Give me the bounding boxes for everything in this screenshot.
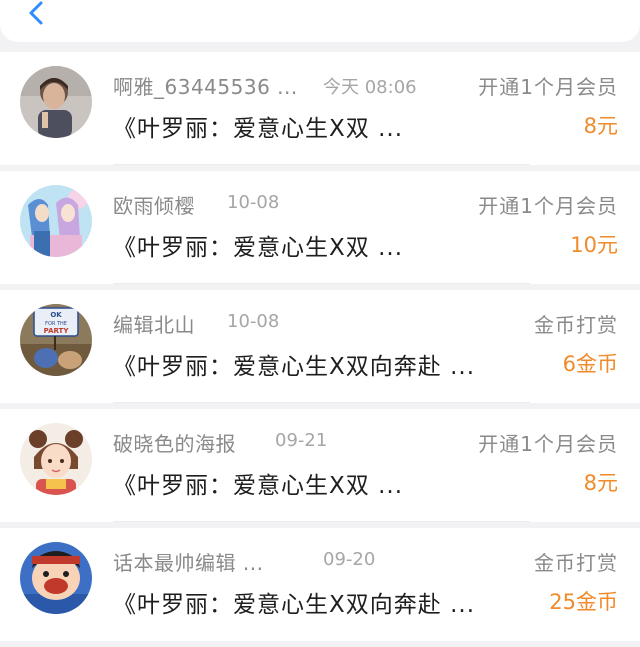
book-title: 《叶罗丽：爱意心生X双向奔赴 ... <box>113 592 476 618</box>
avatar[interactable] <box>20 66 92 138</box>
avatar[interactable]: OK FOR THE PARTY <box>20 304 92 376</box>
timestamp: 10-08 <box>227 192 280 213</box>
divider <box>113 521 530 522</box>
purchase-list: 啊雅_63445536 ... 今天 08:06 开通1个月会员 《叶罗丽：爱意… <box>0 52 640 647</box>
user-name: 话本最帅编辑 ... <box>113 551 264 575</box>
chevron-left-icon <box>29 1 43 25</box>
user-name: 欧雨倾樱 <box>113 194 195 218</box>
timestamp: 10-08 <box>227 311 280 332</box>
amount: 8元 <box>583 114 618 138</box>
user-name: 编辑北山 <box>113 313 195 337</box>
timestamp: 09-20 <box>323 549 376 570</box>
avatar[interactable] <box>20 542 92 614</box>
timestamp: 今天 08:06 <box>323 77 417 98</box>
timestamp: 09-21 <box>275 430 328 451</box>
amount: 25金币 <box>549 590 618 614</box>
list-item[interactable]: 话本最帅编辑 ... 09-20 金币打赏 《叶罗丽：爱意心生X双向奔赴 ...… <box>0 528 640 641</box>
divider <box>113 283 530 284</box>
avatar-text: PARTY <box>44 327 70 335</box>
user-name: 破晓色的海报 <box>113 432 236 456</box>
back-button[interactable] <box>22 0 50 28</box>
avatar[interactable] <box>20 185 92 257</box>
divider <box>113 402 530 403</box>
amount: 8元 <box>583 471 618 495</box>
transaction-type: 开通1个月会员 <box>478 75 618 99</box>
list-item[interactable]: 啊雅_63445536 ... 今天 08:06 开通1个月会员 《叶罗丽：爱意… <box>0 52 640 165</box>
list-item[interactable]: OK FOR THE PARTY 编辑北山 10-08 金币打赏 《叶罗丽：爱意… <box>0 290 640 403</box>
transaction-type: 开通1个月会员 <box>478 194 618 218</box>
amount: 10元 <box>570 233 618 257</box>
transaction-type: 开通1个月会员 <box>478 432 618 456</box>
book-title: 《叶罗丽：爱意心生X双向奔赴 ... <box>113 354 476 380</box>
transaction-type: 金币打赏 <box>534 551 618 575</box>
top-bar <box>0 0 640 42</box>
avatar-text: OK <box>50 311 62 319</box>
list-item[interactable]: 破晓色的海报 09-21 开通1个月会员 《叶罗丽：爱意心生X双 ... 8元 <box>0 409 640 522</box>
book-title: 《叶罗丽：爱意心生X双 ... <box>113 235 404 261</box>
book-title: 《叶罗丽：爱意心生X双 ... <box>113 473 404 499</box>
list-item[interactable]: 欧雨倾樱 10-08 开通1个月会员 《叶罗丽：爱意心生X双 ... 10元 <box>0 171 640 284</box>
avatar[interactable] <box>20 423 92 495</box>
amount: 6金币 <box>562 352 618 376</box>
transaction-type: 金币打赏 <box>534 313 618 337</box>
user-name: 啊雅_63445536 ... <box>113 75 298 99</box>
book-title: 《叶罗丽：爱意心生X双 ... <box>113 116 404 142</box>
divider <box>113 164 530 165</box>
